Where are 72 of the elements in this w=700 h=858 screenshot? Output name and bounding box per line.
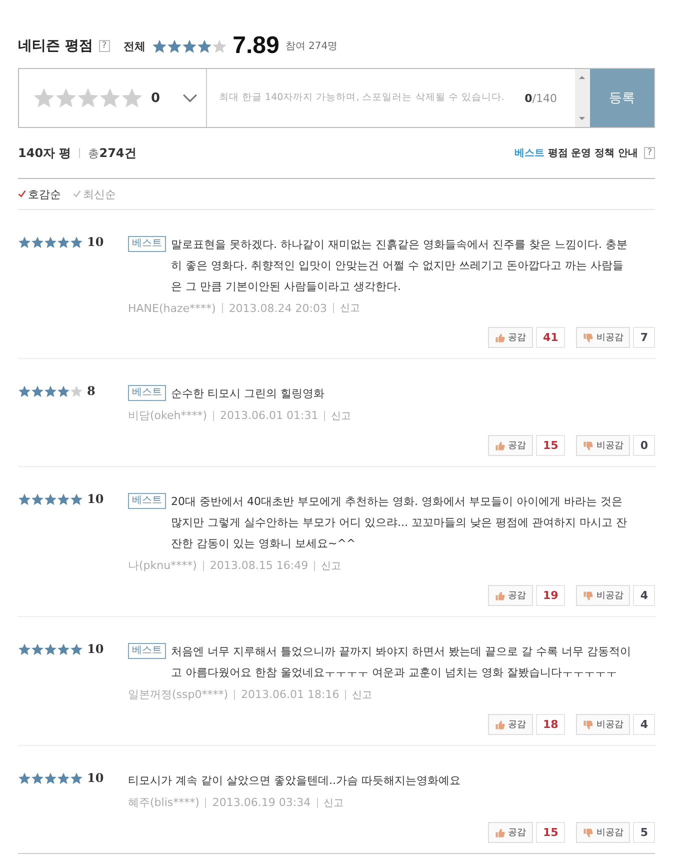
review-text: 말로표현을 못하겠다. 하나같이 재미없는 진흙같은 영화들속에서 진주를 찾은 느낌이다. 충분히 좋은 영화다. 취향적인 입맛이 안맞는건 어쩔 수 없지만 쓰레기고 돈아깝다고 까는 사람들은 그 만큼 기본이안된 사람들이라고 생각한다. (171, 237, 628, 295)
like-button[interactable]: 공감 (488, 327, 534, 348)
best-badge: 베스트 (128, 643, 166, 659)
scrollbar[interactable] (575, 69, 590, 127)
dislike-button[interactable]: 비공감 (576, 714, 630, 735)
dislike-count: 7 (633, 327, 655, 348)
dislike-count: 5 (633, 822, 655, 843)
like-count: 18 (536, 714, 566, 735)
thumbs-down-icon (583, 590, 594, 600)
character-count: 0/140 (524, 92, 557, 104)
check-icon (18, 190, 26, 198)
rating-selector[interactable]: 0 (19, 69, 207, 127)
thumbs-up-icon (495, 720, 506, 730)
thumbs-up-icon (495, 828, 506, 838)
help-icon[interactable]: ? (644, 147, 655, 159)
participant-count: 참여 274명 (285, 40, 338, 53)
review-score: 10 (87, 770, 104, 786)
review-date: 2013.06.01 01:31 (220, 409, 318, 422)
review-date: 2013.08.24 20:03 (228, 302, 327, 314)
like-button[interactable]: 공감 (488, 585, 534, 606)
check-icon (73, 190, 81, 198)
thumbs-down-icon (583, 720, 594, 730)
chevron-icon[interactable] (182, 93, 198, 103)
review-author: 혜주(blis****) (128, 795, 200, 810)
thumbs-up-icon (495, 590, 506, 600)
review-author: 나(pknu****) (128, 558, 197, 573)
thumbs-down-icon (583, 828, 594, 838)
section-label: 140자 평 (18, 144, 72, 162)
dislike-count: 4 (633, 585, 655, 606)
scope-label: 전체 (124, 38, 146, 54)
total-count: 총274건 (88, 144, 136, 162)
dislike-button[interactable]: 비공감 (576, 585, 630, 606)
review-date: 2013.06.19 03:34 (212, 796, 311, 809)
dislike-button[interactable]: 비공감 (576, 435, 630, 456)
section-title: 네티즌 평점 (18, 37, 93, 55)
like-count: 15 (536, 822, 566, 843)
review-score: 8 (87, 383, 96, 399)
review-score: 10 (87, 641, 104, 657)
review-text: 처음엔 너무 지루해서 틀었으니까 끝까지 봐야지 하면서 봤는데 끝으로 갈 수록 너무 감동적이고 아름다웠어요 한참 울었네요ㅜㅜㅜㅜ 여운과 교훈이 넘치는 영화 잘봤습니다ㅜㅜㅜㅜㅜ (171, 644, 632, 681)
dislike-button[interactable]: 비공감 (576, 822, 630, 843)
like-button[interactable]: 공감 (488, 822, 534, 843)
review-text: 순수한 티모시 그린의 힐링영화 (171, 386, 326, 402)
like-count: 15 (536, 435, 566, 456)
review-author: HANE(haze****) (128, 302, 216, 314)
star-rating[interactable] (33, 87, 143, 109)
dislike-count: 4 (633, 714, 655, 735)
review-author: 일본꺼졍(ssp0****) (128, 687, 228, 702)
review-text: 티모시가 계속 같이 살았으면 좋았을텐데..가슴 따듯해지는영화예요 (128, 773, 462, 789)
best-badge: 베스트 (128, 385, 166, 401)
sort-option[interactable]: 호감순 (18, 186, 61, 202)
best-badge: 베스트 (128, 493, 166, 509)
like-count: 19 (536, 585, 566, 606)
like-button[interactable]: 공감 (488, 435, 534, 456)
review-score: 10 (87, 234, 104, 250)
help-icon[interactable]: ? (98, 40, 110, 52)
thumbs-down-icon (583, 440, 594, 450)
best-badge: 베스트 (128, 236, 166, 252)
thumbs-up-icon (495, 440, 506, 450)
average-score: 7.89 (232, 32, 280, 60)
review-date: 2013.06.01 18:16 (241, 688, 340, 701)
thumbs-down-icon (583, 332, 594, 342)
review-author: 비담(okeh****) (128, 408, 208, 423)
review-form[interactable]: 0 최대 한글 140자까지 가능하며, 스포일러는 삭제될 수 있습니다. 0/140 등록 (18, 68, 655, 128)
like-button[interactable]: 공감 (488, 714, 534, 735)
review-text: 20대 중반에서 40대초반 부모에게 추천하는 영화. 영화에서 부모들이 아이에게 바라는 것은 많지만 그렇게 실수안하는 부모가 어디 있으랴... 꼬꼬마들의 낮은 평점에 관여하지 마시고 잔잔한 감동이 있는 영화니 보세요~^^ (171, 494, 628, 552)
thumbs-up-icon (495, 332, 506, 342)
like-count: 41 (536, 327, 566, 348)
policy-link[interactable]: 베스트 평점 운영 정책 안내 (514, 146, 638, 160)
review-score: 10 (87, 491, 104, 507)
dislike-button[interactable]: 비공감 (576, 327, 630, 348)
review-date: 2013.08.15 16:49 (210, 559, 308, 572)
dislike-count: 0 (633, 435, 655, 456)
